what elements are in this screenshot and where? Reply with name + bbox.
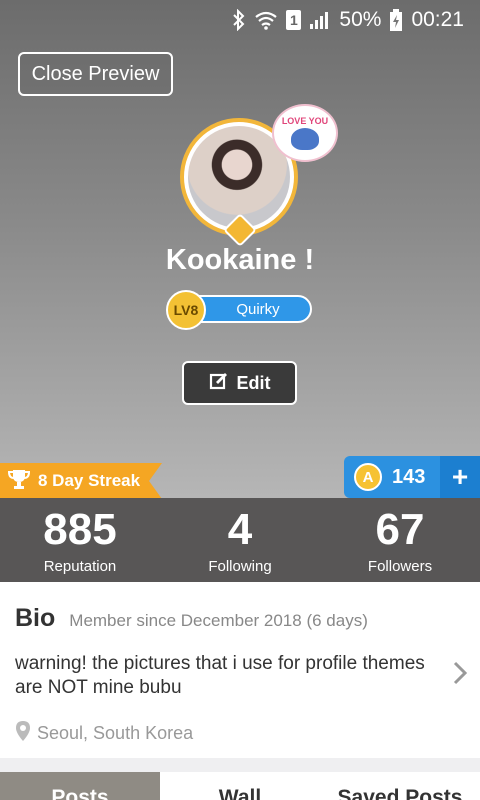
close-preview-button[interactable]: Close Preview xyxy=(18,52,173,96)
level-label: LV8 xyxy=(173,302,199,318)
stat-reputation[interactable]: 885 Reputation xyxy=(0,498,160,582)
stat-followers[interactable]: 67 Followers xyxy=(320,498,480,582)
bio-section[interactable]: Bio Member since December 2018 (6 days) … xyxy=(0,582,480,758)
stat-following[interactable]: 4 Following xyxy=(160,498,320,582)
stat-value: 885 xyxy=(43,505,117,554)
battery-percent: 50% xyxy=(339,8,382,31)
tab-saved-posts[interactable]: Saved Posts xyxy=(320,772,480,800)
stats-bar: 885 Reputation 4 Following 67 Followers xyxy=(0,498,480,582)
stat-value: 67 xyxy=(375,505,425,554)
location-text: Seoul, South Korea xyxy=(37,723,194,743)
clock: 00:21 xyxy=(411,8,464,31)
tab-posts[interactable]: Posts xyxy=(0,772,160,800)
sticker-character-icon xyxy=(291,128,319,150)
edit-icon xyxy=(209,371,229,396)
coin-icon: A xyxy=(354,463,382,491)
coin-count: 143 xyxy=(392,465,426,488)
location: Seoul, South Korea xyxy=(15,720,193,747)
level-indicator[interactable]: Quirky LV8 xyxy=(166,290,316,330)
edit-profile-button[interactable]: Edit xyxy=(182,361,297,405)
wifi-icon xyxy=(254,10,278,30)
stat-label: Reputation xyxy=(43,558,117,575)
location-pin-icon xyxy=(15,720,31,747)
edit-label: Edit xyxy=(236,372,271,393)
status-bar: 1 50% 00:21 xyxy=(0,0,480,40)
bluetooth-icon xyxy=(232,9,246,31)
bio-text: warning! the pictures that i use for pro… xyxy=(15,653,425,698)
add-coins-button[interactable]: + xyxy=(440,456,480,498)
streak-banner[interactable]: 8 Day Streak xyxy=(0,463,162,499)
stat-value: 4 xyxy=(227,505,253,554)
trophy-icon xyxy=(7,468,31,495)
avatar-sticker: LOVE YOU xyxy=(272,104,338,162)
bio-header: Bio Member since December 2018 (6 days) xyxy=(15,604,368,633)
chevron-right-icon[interactable] xyxy=(452,660,468,694)
member-since: Member since December 2018 (6 days) xyxy=(69,611,368,630)
stat-label: Followers xyxy=(367,558,433,575)
battery-charging-icon xyxy=(389,9,403,31)
level-crown-icon: LV8 xyxy=(166,290,206,330)
sim-slot-badge: 1 xyxy=(286,10,302,30)
divider xyxy=(0,758,480,772)
bio-title: Bio xyxy=(15,604,56,632)
sticker-text: LOVE YOU xyxy=(281,116,329,126)
streak-label: 8 Day Streak xyxy=(38,471,141,490)
stat-label: Following xyxy=(208,558,272,575)
signal-icon xyxy=(309,10,331,30)
profile-tabs: Posts Wall Saved Posts xyxy=(0,772,480,800)
coins-widget[interactable]: A 143 + xyxy=(344,456,480,498)
tab-wall[interactable]: Wall xyxy=(160,772,320,800)
username: Kookaine ! xyxy=(165,244,315,276)
